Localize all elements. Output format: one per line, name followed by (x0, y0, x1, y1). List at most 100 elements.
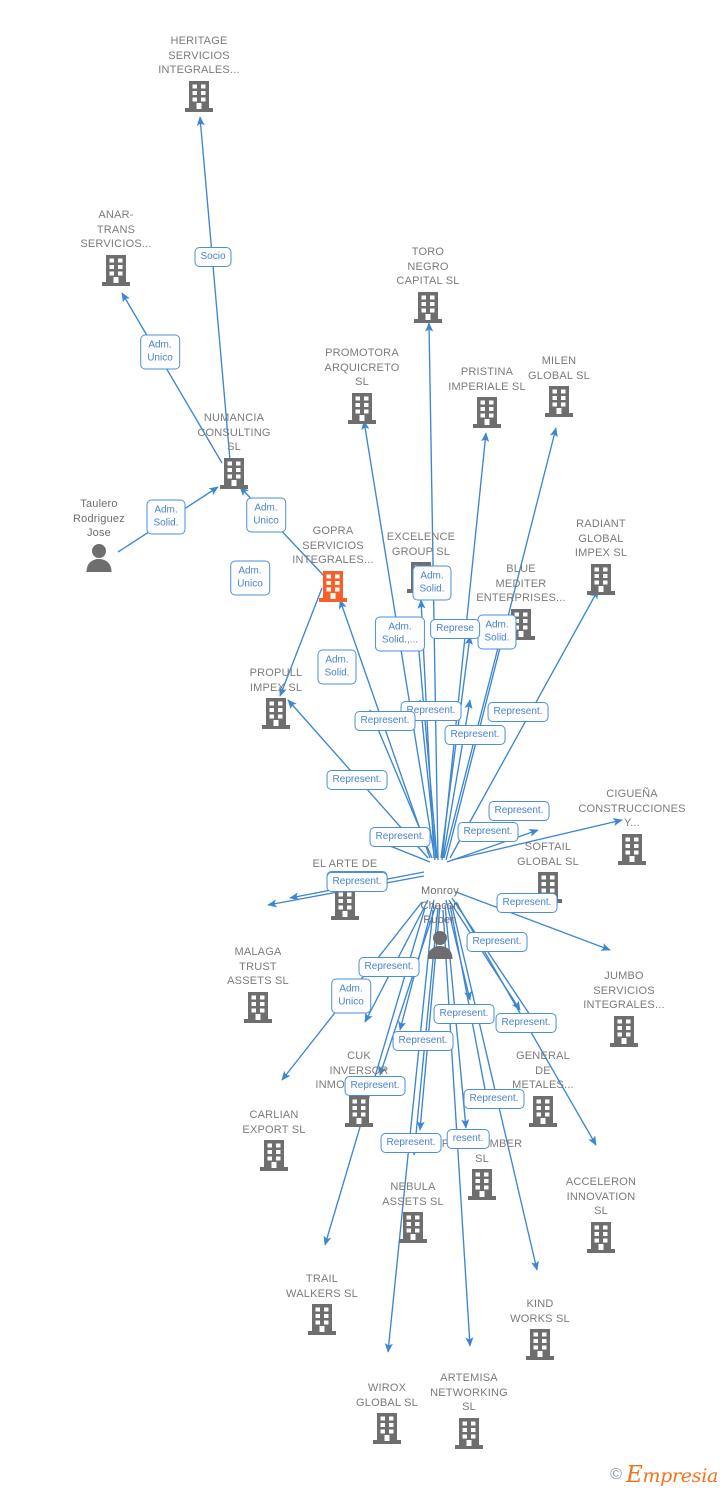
node-label-ciguena: CIGUEÑA CONSTRUCCIONES Y... (578, 788, 686, 829)
building-icon-trail[interactable] (247, 1302, 397, 1341)
building-icon (610, 1015, 638, 1047)
building-icon-artemisa[interactable] (409, 1416, 529, 1455)
node-label-taulero: Taulero Rodriguez Jose (73, 498, 125, 539)
node-label-toronegro: TORO NEGRO CAPITAL SL (396, 246, 460, 287)
edge-label-monroy-to-excelence[interactable]: Adm. Solid. (412, 565, 452, 601)
graph-node-milen[interactable]: MILEN GLOBAL SL (499, 354, 619, 423)
building-icon (220, 457, 248, 489)
person-icon-taulero[interactable] (39, 542, 159, 577)
building-icon-carlian[interactable] (214, 1138, 334, 1177)
edge-label-monroy-to-node_r11[interactable]: resent. (446, 1129, 490, 1149)
building-icon (102, 254, 130, 286)
node-label-nebula: NEBULA ASSETS SL (382, 1181, 444, 1208)
edge-label-monroy-to-softail[interactable]: Represent. (457, 822, 519, 842)
edge-label-monroy-to-gopra[interactable]: Adm. Solid. (317, 649, 357, 685)
building-icon (587, 1221, 615, 1253)
building-icon-propull[interactable] (216, 696, 336, 735)
edge-label-gopra-to-propull[interactable]: Adm. Unico (230, 560, 270, 596)
graph-node-nebula[interactable]: NEBULA ASSETS SL (353, 1180, 473, 1249)
edge-label-monroy-to-hidden1[interactable]: Adm. Solid.,... (374, 616, 426, 652)
graph-node-trail[interactable]: TRAIL WALKERS SL (247, 1272, 397, 1341)
person-icon (427, 930, 453, 959)
edge-numancia-to-heritage (196, 116, 231, 461)
building-icon (399, 1212, 427, 1243)
edge-label-numancia-to-heritage[interactable]: Socio (194, 247, 232, 267)
building-icon-heritage[interactable] (124, 79, 274, 118)
building-icon (319, 570, 347, 602)
node-label-artemisa: ARTEMISA NETWORKING SL (430, 1372, 508, 1413)
edge-label-monroy-to-propull[interactable]: Represent. (326, 770, 388, 790)
edge-label-monroy-to-generalmet[interactable]: Represent. (466, 932, 528, 952)
graph-node-heritage[interactable]: HERITAGE SERVICIOS INTEGRALES... (124, 34, 274, 118)
graph-node-kind[interactable]: KIND WORKS SL (480, 1297, 600, 1366)
edge-label-monroy-to-ciguena[interactable]: Represent. (488, 801, 550, 821)
graph-node-acceleron[interactable]: ACCELERON INNOVATION SL (541, 1175, 661, 1259)
edge-label-monroy-to-node_r4[interactable]: Represent. (354, 711, 416, 731)
building-icon-anartrans[interactable] (41, 253, 191, 292)
graph-node-jumbo[interactable]: JUMBO SERVICIOS INTEGRALES... (549, 969, 699, 1053)
graph-node-anartrans[interactable]: ANAR- TRANS SERVICIOS... (41, 208, 191, 292)
edge-label-monroy-to-node_r10[interactable]: Represent. (380, 1133, 442, 1153)
node-label-acceleron: ACCELERON INNOVATION SL (565, 1176, 637, 1217)
edge-label-monroy-to-node_r8[interactable]: Represent. (392, 1031, 454, 1051)
edge-label-monroy-to-freeclimber[interactable]: Represent. (463, 1089, 525, 1109)
node-label-trail: TRAIL WALKERS SL (286, 1273, 358, 1300)
building-icon-numancia[interactable] (174, 456, 294, 495)
building-icon (545, 386, 573, 417)
building-icon (262, 698, 290, 729)
node-label-promotora: PROMOTORA ARQUICRETO SL (324, 347, 400, 388)
edge-label-monroy-to-node_r7[interactable]: Represent. (495, 1013, 557, 1033)
edge-label-monroy-to-bluemediter[interactable]: Adm. Solid. (477, 614, 517, 650)
building-icon-malaga[interactable] (198, 990, 318, 1029)
edge-label-gopra-to-numancia[interactable]: Adm. Unico (246, 497, 286, 533)
graph-node-numancia[interactable]: NUMANCIA CONSULTING SL (174, 411, 294, 495)
node-label-kind: KIND WORKS SL (510, 1298, 570, 1325)
building-icon (529, 1095, 557, 1127)
edge-label-monroy-to-jumbo[interactable]: Represent. (496, 893, 558, 913)
building-icon (308, 1304, 336, 1335)
node-label-radiant: RADIANT GLOBAL IMPEX SL (574, 518, 628, 559)
node-label-carlian: CARLIAN EXPORT SL (242, 1109, 306, 1136)
building-icon (260, 1140, 288, 1171)
edge-label-monroy-to-hidden2[interactable]: Represe (430, 619, 480, 639)
building-icon-toronegro[interactable] (353, 290, 503, 329)
building-icon (526, 1329, 554, 1360)
edge-label-monroy-to-radiant[interactable]: Represent. (487, 702, 549, 722)
building-icon (331, 889, 359, 920)
node-label-anartrans: ANAR- TRANS SERVICIOS... (80, 209, 152, 250)
edge-label-monroy-to-node_r5[interactable]: Represent. (369, 827, 431, 847)
edge-label-monroy-to-cuk[interactable]: Represent. (358, 957, 420, 977)
node-label-malaga: MALAGA TRUST ASSETS SL (227, 946, 289, 987)
graph-node-toronegro[interactable]: TORO NEGRO CAPITAL SL (353, 245, 503, 329)
graph-node-malaga[interactable]: MALAGA TRUST ASSETS SL (198, 945, 318, 1029)
edge-label-monroy-to-node_r2[interactable]: Represent. (444, 725, 506, 745)
network-diagram-canvas: HERITAGE SERVICIOS INTEGRALES... ANAR- TR… (0, 0, 728, 1500)
node-label-jumbo: JUMBO SERVICIOS INTEGRALES... (583, 970, 665, 1011)
building-icon-radiant[interactable] (541, 562, 661, 601)
building-icon (587, 563, 615, 595)
graph-node-promotora[interactable]: PROMOTORA ARQUICRETO SL (302, 346, 422, 430)
building-icon-acceleron[interactable] (541, 1220, 661, 1259)
node-label-milen: MILEN GLOBAL SL (528, 355, 590, 382)
edge-label-numancia-to-anartrans[interactable]: Adm. Unico (140, 334, 180, 370)
building-icon-nebula[interactable] (353, 1210, 473, 1249)
edge-label-monroy-to-elarte[interactable]: Represent. (326, 872, 388, 892)
building-icon (618, 833, 646, 865)
building-icon (244, 991, 272, 1023)
graph-node-taulero[interactable]: Taulero Rodriguez Jose (39, 497, 159, 577)
building-icon-milen[interactable] (499, 384, 619, 423)
empresia-logo: Empresia (625, 1462, 718, 1488)
edge-label-monroy-to-carlian[interactable]: Adm. Unico (331, 978, 371, 1014)
node-label-monroy: Monroy Chacon Ruben (420, 885, 460, 926)
edge-label-monroy-to-node_r6[interactable]: Represent. (433, 1004, 495, 1024)
building-icon-jumbo[interactable] (549, 1014, 699, 1053)
building-icon-kind[interactable] (480, 1327, 600, 1366)
person-icon (86, 543, 112, 572)
edge-label-taulero-to-numancia[interactable]: Adm. Solid. (146, 499, 186, 535)
building-icon-promotora[interactable] (302, 391, 422, 430)
graph-node-artemisa[interactable]: ARTEMISA NETWORKING SL (409, 1371, 529, 1455)
graph-node-carlian[interactable]: CARLIAN EXPORT SL (214, 1108, 334, 1177)
graph-node-radiant[interactable]: RADIANT GLOBAL IMPEX SL (541, 517, 661, 601)
building-icon (373, 1413, 401, 1444)
edge-label-monroy-to-node_r9[interactable]: Represent. (344, 1076, 406, 1096)
